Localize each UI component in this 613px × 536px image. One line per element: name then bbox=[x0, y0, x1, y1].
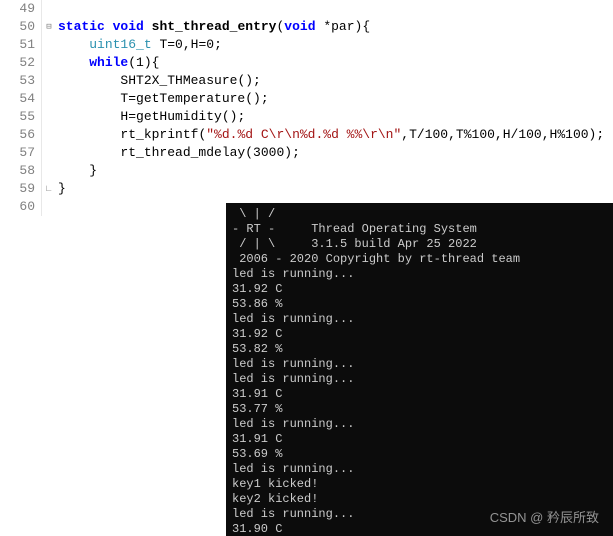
terminal-line: 31.92 C bbox=[232, 327, 607, 342]
fold-column[interactable]: ⊟∟ bbox=[42, 0, 56, 216]
code-line[interactable]: while(1){ bbox=[58, 54, 613, 72]
fold-marker[interactable] bbox=[42, 198, 56, 216]
code-line[interactable]: } bbox=[58, 162, 613, 180]
terminal-line: key2 kicked! bbox=[232, 492, 607, 507]
code-line[interactable]: uint16_t T=0,H=0; bbox=[58, 36, 613, 54]
terminal-line: 53.82 % bbox=[232, 342, 607, 357]
fold-marker[interactable] bbox=[42, 36, 56, 54]
line-number: 52 bbox=[0, 54, 35, 72]
fold-marker[interactable]: ∟ bbox=[42, 180, 56, 198]
fold-marker[interactable] bbox=[42, 54, 56, 72]
line-number: 59 bbox=[0, 180, 35, 198]
terminal-line: led is running... bbox=[232, 357, 607, 372]
code-line[interactable]: } bbox=[58, 180, 613, 198]
terminal-line: led is running... bbox=[232, 312, 607, 327]
code-line[interactable]: rt_kprintf("%d.%d C\r\n%d.%d %%\r\n",T/1… bbox=[58, 126, 613, 144]
fold-marker[interactable] bbox=[42, 90, 56, 108]
fold-marker[interactable] bbox=[42, 126, 56, 144]
fold-marker[interactable]: ⊟ bbox=[42, 18, 56, 36]
line-number: 53 bbox=[0, 72, 35, 90]
line-number: 49 bbox=[0, 0, 35, 18]
line-number-gutter: 495051525354555657585960 bbox=[0, 0, 42, 216]
code-editor[interactable]: 495051525354555657585960 ⊟∟ static void … bbox=[0, 0, 613, 216]
line-number: 57 bbox=[0, 144, 35, 162]
terminal-output[interactable]: \ | /- RT - Thread Operating System / | … bbox=[226, 203, 613, 536]
code-line[interactable]: H=getHumidity(); bbox=[58, 108, 613, 126]
terminal-line: 53.86 % bbox=[232, 297, 607, 312]
terminal-line: led is running... bbox=[232, 462, 607, 477]
fold-marker[interactable] bbox=[42, 108, 56, 126]
code-line[interactable]: rt_thread_mdelay(3000); bbox=[58, 144, 613, 162]
code-line[interactable]: T=getTemperature(); bbox=[58, 90, 613, 108]
terminal-line: 31.90 C bbox=[232, 522, 607, 536]
fold-marker[interactable] bbox=[42, 0, 56, 18]
terminal-line: / | \ 3.1.5 build Apr 25 2022 bbox=[232, 237, 607, 252]
line-number: 51 bbox=[0, 36, 35, 54]
code-line[interactable]: static void sht_thread_entry(void *par){ bbox=[58, 18, 613, 36]
code-line[interactable] bbox=[58, 0, 613, 18]
terminal-line: 31.91 C bbox=[232, 432, 607, 447]
terminal-line: led is running... bbox=[232, 507, 607, 522]
line-number: 60 bbox=[0, 198, 35, 216]
fold-marker[interactable] bbox=[42, 144, 56, 162]
line-number: 55 bbox=[0, 108, 35, 126]
fold-marker[interactable] bbox=[42, 72, 56, 90]
code-line[interactable]: SHT2X_THMeasure(); bbox=[58, 72, 613, 90]
terminal-line: - RT - Thread Operating System bbox=[232, 222, 607, 237]
terminal-line: 53.69 % bbox=[232, 447, 607, 462]
line-number: 54 bbox=[0, 90, 35, 108]
terminal-line: led is running... bbox=[232, 372, 607, 387]
line-number: 58 bbox=[0, 162, 35, 180]
terminal-line: 31.92 C bbox=[232, 282, 607, 297]
terminal-line: \ | / bbox=[232, 207, 607, 222]
line-number: 56 bbox=[0, 126, 35, 144]
fold-marker[interactable] bbox=[42, 162, 56, 180]
code-content[interactable]: static void sht_thread_entry(void *par){… bbox=[56, 0, 613, 216]
terminal-line: 53.77 % bbox=[232, 402, 607, 417]
line-number: 50 bbox=[0, 18, 35, 36]
terminal-line: 31.91 C bbox=[232, 387, 607, 402]
terminal-line: key1 kicked! bbox=[232, 477, 607, 492]
terminal-line: 2006 - 2020 Copyright by rt-thread team bbox=[232, 252, 607, 267]
terminal-line: led is running... bbox=[232, 417, 607, 432]
terminal-line: led is running... bbox=[232, 267, 607, 282]
